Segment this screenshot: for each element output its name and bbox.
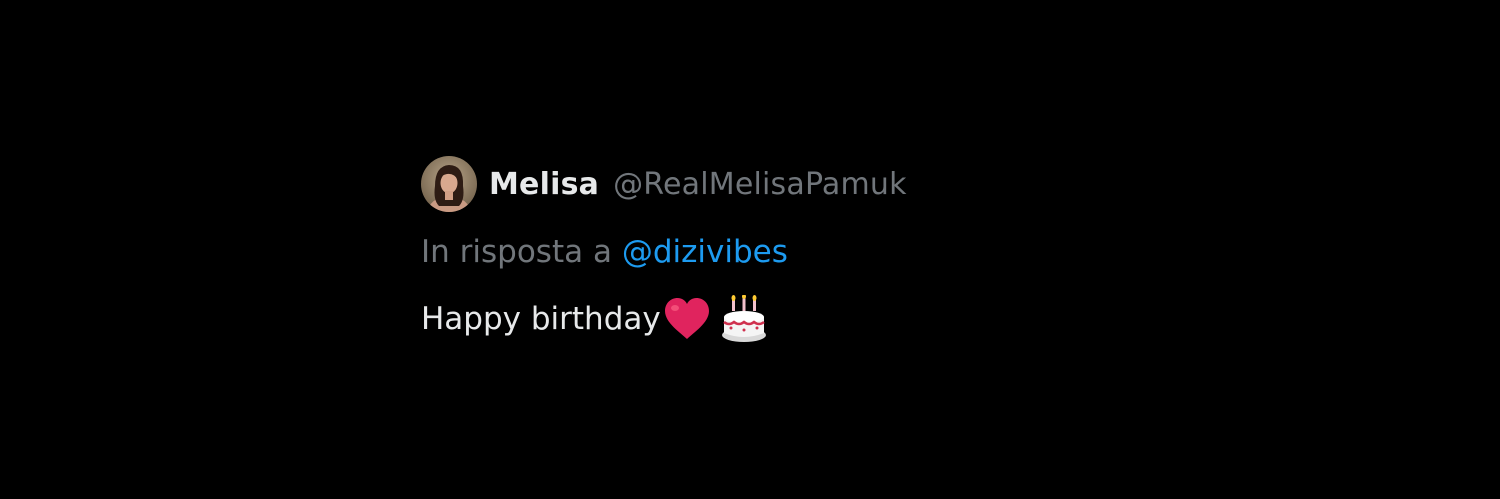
tweet-text-content: Happy birthday [421, 301, 661, 337]
tweet-card[interactable]: Melisa @RealMelisaPamuk In risposta a @d… [421, 155, 1121, 343]
reply-prefix: In risposta a [421, 234, 612, 270]
red-heart-icon [663, 297, 711, 341]
tweet-header: Melisa @RealMelisaPamuk [421, 155, 1121, 213]
reply-context: In risposta a @dizivibes [421, 232, 1121, 272]
profile-photo-icon [421, 156, 477, 212]
display-name[interactable]: Melisa [489, 167, 599, 202]
avatar[interactable] [421, 156, 477, 212]
tweet-text: Happy birthday [421, 295, 1121, 343]
reply-mention-link[interactable]: @dizivibes [622, 234, 788, 270]
birthday-cake-icon [721, 295, 767, 343]
user-handle[interactable]: @RealMelisaPamuk [613, 167, 907, 202]
